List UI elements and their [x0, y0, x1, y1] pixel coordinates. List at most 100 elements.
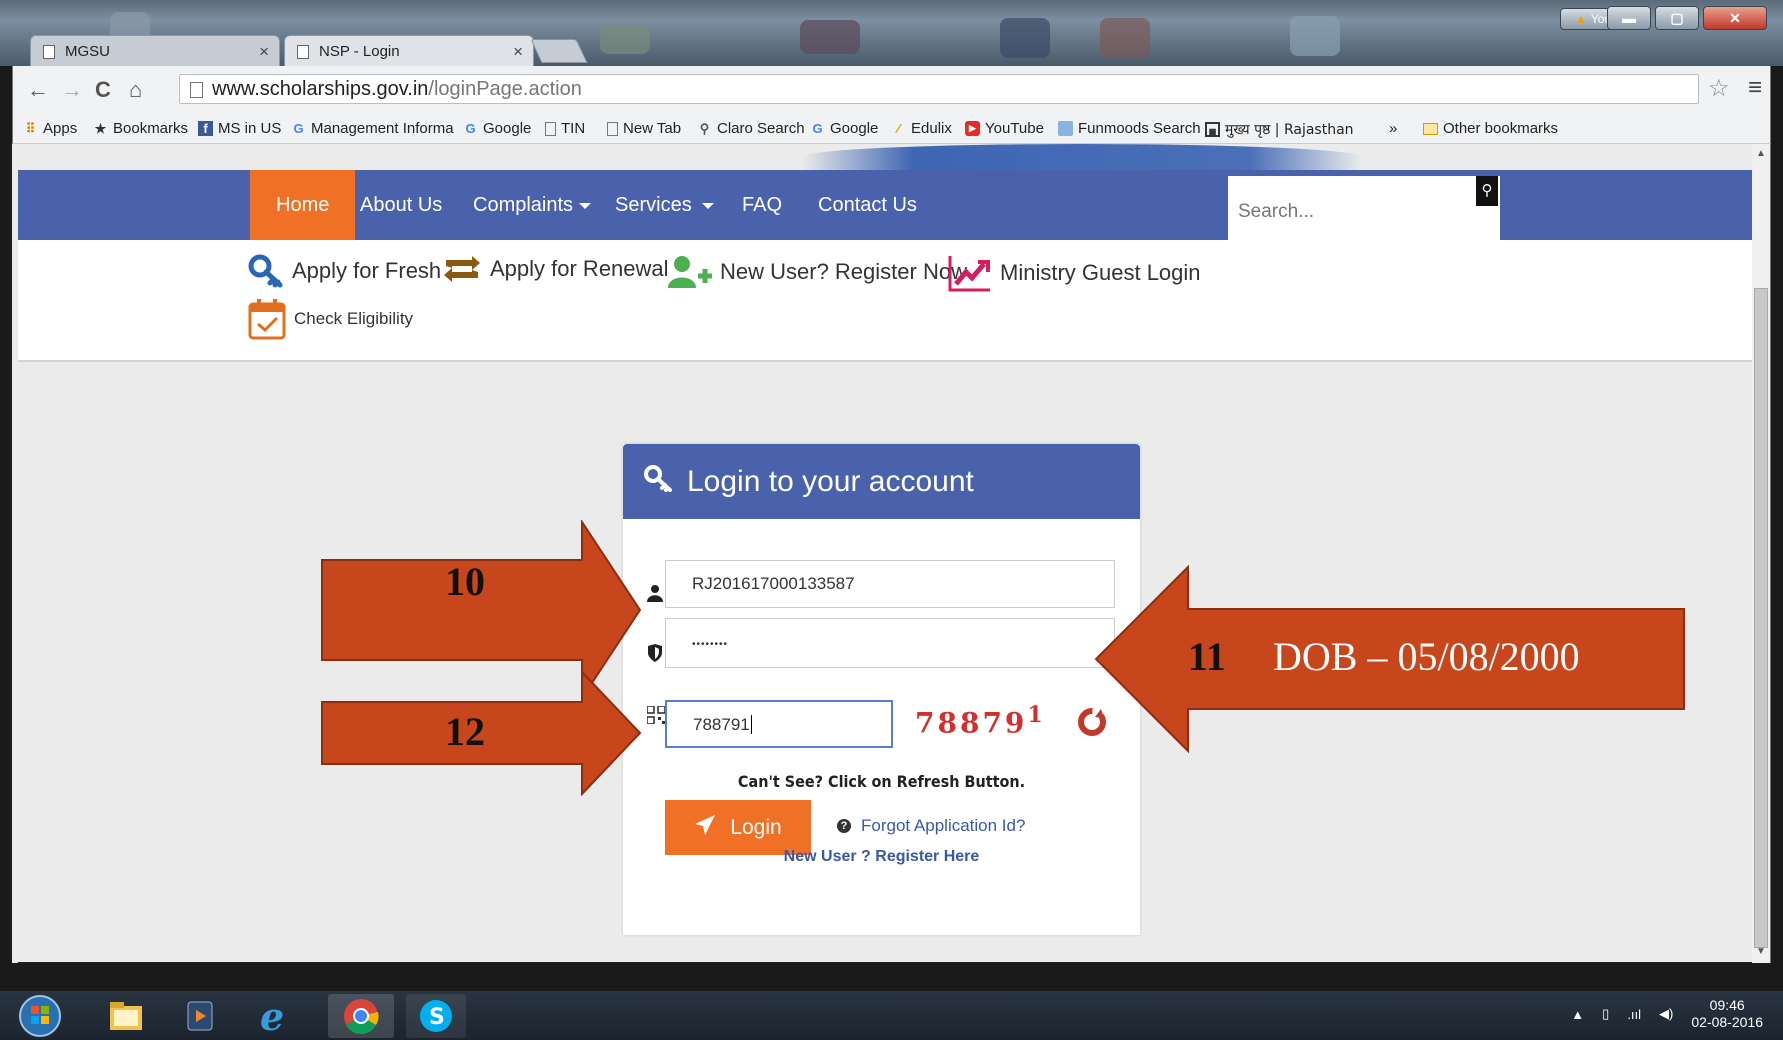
bookmark-google[interactable]: G Google: [463, 120, 531, 137]
tab-close-icon[interactable]: ×: [513, 42, 523, 62]
address-bar[interactable]: www.scholarships.gov.in/loginPage.action: [179, 74, 1699, 104]
caret-down-icon: [701, 202, 714, 209]
bookmark-claro[interactable]: ⚲ Claro Search: [697, 120, 805, 137]
login-button[interactable]: Login: [665, 800, 811, 855]
tab-label: NSP - Login: [319, 43, 400, 60]
bookmark-funmoods[interactable]: Funmoods Search: [1058, 120, 1201, 137]
start-button-icon[interactable]: [18, 994, 62, 1038]
nav-contact-us[interactable]: Contact Us: [818, 170, 917, 240]
tab-nsp-login[interactable]: NSP - Login ×: [284, 35, 534, 67]
application-id-field[interactable]: RJ201617000133587: [665, 560, 1115, 608]
desktop-blur: [800, 20, 860, 54]
bookmark-label: Apps: [43, 120, 78, 137]
captcha-input[interactable]: 788791: [665, 700, 893, 748]
svg-text:e: e: [260, 994, 284, 1038]
volume-icon[interactable]: ◀): [1659, 1006, 1673, 1022]
back-arrow-icon[interactable]: ←: [27, 77, 49, 103]
scroll-down-icon[interactable]: ▼: [1756, 946, 1766, 957]
banner-artwork: [802, 144, 1362, 170]
tab-close-icon[interactable]: ×: [259, 42, 269, 62]
link-apply-renewal[interactable]: Apply for Renewal: [442, 254, 669, 284]
bookmark-google-2[interactable]: G Google: [810, 120, 878, 137]
link-check-eligibility[interactable]: Check Eligibility: [248, 298, 413, 340]
system-tray: ▲ ▯ .ııl ◀) 09:46 02-08-2016: [1571, 997, 1763, 1031]
reload-icon[interactable]: C: [95, 77, 111, 103]
bookmark-new-tab[interactable]: New Tab: [607, 120, 681, 137]
funmoods-icon: [1058, 121, 1073, 136]
password-field[interactable]: ••••••••: [665, 618, 1115, 668]
file-explorer-icon[interactable]: [104, 994, 148, 1038]
captcha-image: 788791: [915, 702, 1046, 740]
browser-toolbar: ← → C ⌂ www.scholarships.gov.in/loginPag…: [12, 66, 1771, 114]
maximize-icon[interactable]: ▢: [1655, 6, 1699, 30]
media-player-icon[interactable]: [178, 994, 222, 1038]
folder-icon: [1423, 122, 1438, 135]
nav-complaints[interactable]: Complaints: [473, 170, 592, 240]
qr-code-icon: [646, 705, 666, 729]
nav-about-us[interactable]: About Us: [360, 170, 442, 240]
bookmark-apps[interactable]: ⠿ Apps: [23, 120, 77, 137]
site-search-input[interactable]: [1238, 201, 1478, 223]
bookmark-label: MS in US: [218, 120, 282, 137]
bookmark-bookmarks[interactable]: ★ Bookmarks: [93, 120, 188, 137]
tab-label: MGSU: [65, 43, 110, 60]
chrome-icon[interactable]: [328, 994, 394, 1038]
grid-icon: ▦: [1205, 122, 1220, 137]
forgot-application-id-link[interactable]: ? Forgot Application Id?: [837, 816, 1025, 836]
bookmark-label: Bookmarks: [113, 120, 189, 137]
search-icon[interactable]: ⚲: [1476, 176, 1498, 206]
shield-icon: [647, 644, 663, 667]
tab-mgsu[interactable]: MGSU ×: [30, 35, 280, 67]
nav-home[interactable]: Home: [250, 170, 356, 240]
bookmark-label: मुख्य पृष्ठ | Rajasthan: [1225, 122, 1354, 138]
windows-taskbar: e S ▲ ▯ .ııl ◀) 09:46 02-08-2016: [0, 991, 1783, 1040]
bookmark-label: New Tab: [623, 120, 682, 137]
user-icon: ▲: [1574, 12, 1587, 26]
tray-expand-icon[interactable]: ▲: [1571, 1007, 1584, 1022]
new-tab-button[interactable]: [530, 39, 588, 63]
bookmark-youtube[interactable]: ▶ YouTube: [965, 120, 1044, 137]
bookmark-label: YouTube: [985, 120, 1044, 137]
login-button-label: Login: [730, 815, 782, 839]
bookmark-other[interactable]: Other bookmarks: [1423, 120, 1558, 137]
close-icon[interactable]: ✕: [1703, 6, 1767, 30]
register-here-link[interactable]: New User ? Register Here: [623, 848, 1140, 866]
bookmark-overflow[interactable]: »: [1389, 120, 1397, 137]
home-icon[interactable]: ⌂: [129, 77, 142, 103]
bookmark-ms-in-us[interactable]: f MS in US: [198, 120, 281, 137]
password-value: ••••••••: [692, 639, 729, 650]
battery-icon[interactable]: ▯: [1602, 1006, 1609, 1022]
key-icon: [248, 254, 284, 288]
page-icon: [190, 82, 203, 98]
minimize-icon[interactable]: ▬: [1607, 6, 1651, 30]
bookmark-star-icon[interactable]: ☆: [1708, 74, 1730, 103]
page-icon: [545, 121, 556, 136]
link-register-now[interactable]: New User? Register Now: [668, 254, 967, 290]
nav-faq[interactable]: FAQ: [742, 170, 782, 240]
menu-icon[interactable]: ≡: [1748, 74, 1762, 102]
signal-icon[interactable]: .ııl: [1627, 1007, 1641, 1022]
bookmark-edulix[interactable]: ∕ Edulix: [891, 120, 951, 137]
bookmark-label: Google: [483, 120, 532, 137]
nav-services[interactable]: Services: [615, 170, 714, 240]
link-ministry-guest[interactable]: Ministry Guest Login: [948, 254, 1201, 292]
url-host: www.scholarships.gov.in: [212, 78, 429, 100]
skype-icon[interactable]: S: [406, 994, 466, 1038]
internet-explorer-icon[interactable]: e: [254, 994, 298, 1039]
forward-arrow-icon[interactable]: →: [61, 77, 83, 103]
scroll-up-icon[interactable]: ▲: [1756, 148, 1766, 159]
clock[interactable]: 09:46 02-08-2016: [1691, 997, 1763, 1031]
application-id-value: RJ201617000133587: [692, 574, 855, 593]
bookmark-label: Other bookmarks: [1443, 120, 1559, 137]
scrollbar-thumb[interactable]: [1754, 288, 1768, 948]
captcha-hint: Can't See? Click on Refresh Button.: [737, 772, 1026, 791]
web-viewport: Home About Us Complaints Services FAQ Co…: [12, 144, 1752, 963]
page-scrollbar[interactable]: ▲ ▼: [1752, 144, 1771, 963]
bookmark-rajasthan[interactable]: ▦ मुख्य पृष्ठ | Rajasthan: [1205, 120, 1354, 139]
youtube-icon: ▶: [965, 121, 980, 136]
bookmark-tin[interactable]: TIN: [545, 120, 585, 137]
add-user-icon: [668, 254, 712, 290]
bookmark-management[interactable]: G Management Informa: [291, 120, 453, 137]
link-apply-fresh[interactable]: Apply for Fresh: [248, 254, 441, 288]
annotation-label-12: 12: [445, 709, 485, 754]
